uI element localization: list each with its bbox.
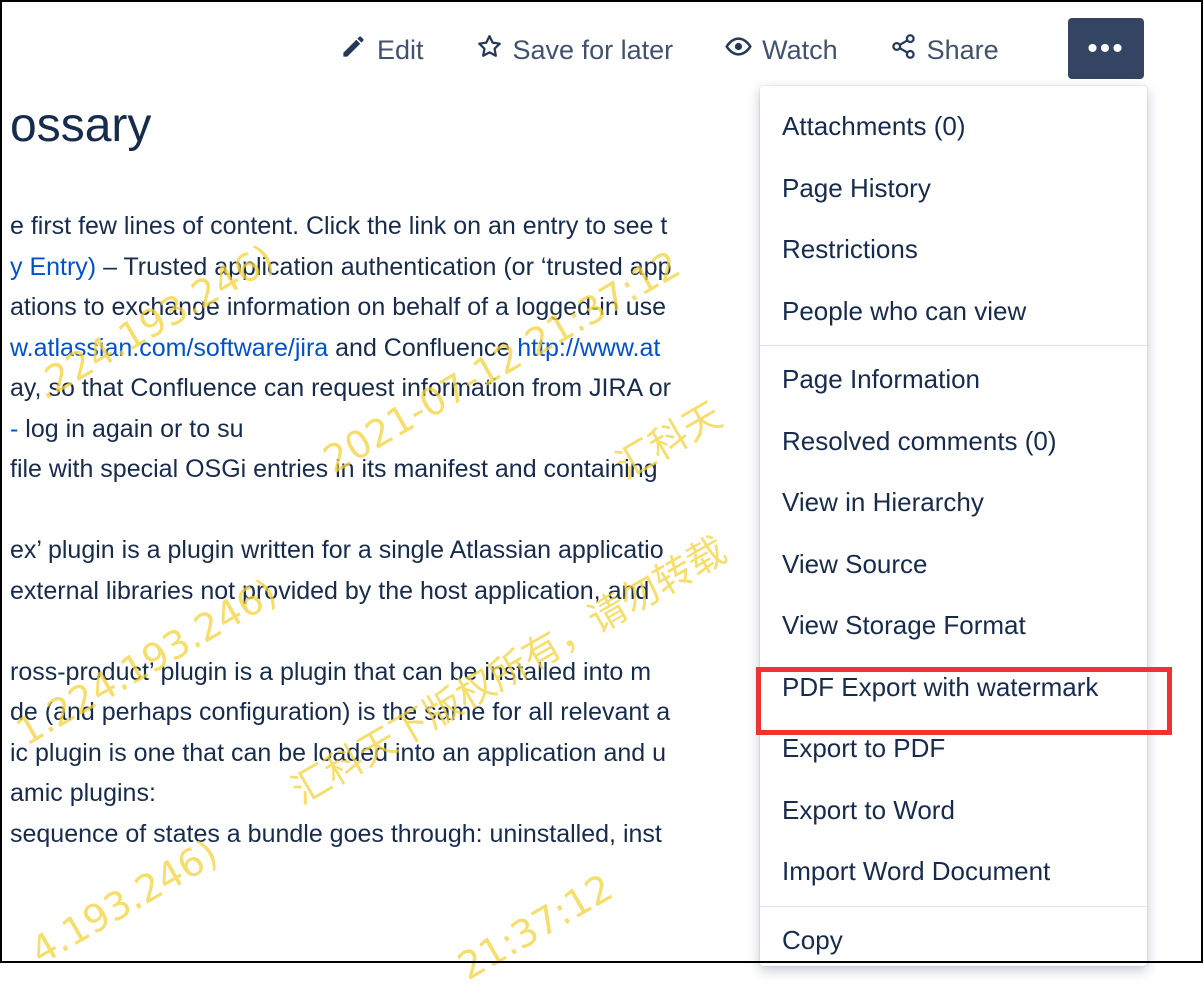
menu-item-view-source[interactable]: View Source (760, 534, 1147, 596)
menu-item-export-to-pdf[interactable]: Export to PDF (760, 718, 1147, 780)
content-line: amic plugins: (10, 779, 156, 807)
star-icon (476, 33, 503, 67)
confluence-link[interactable]: http://www.at (517, 334, 660, 362)
menu-item-view-in-hierarchy[interactable]: View in Hierarchy (760, 472, 1147, 534)
menu-group: Page Information Resolved comments (0) V… (760, 349, 1147, 903)
share-label: Share (926, 34, 999, 65)
edit-label: Edit (377, 34, 424, 65)
save-for-later-button[interactable]: Save for later (476, 33, 674, 67)
menu-item-page-history[interactable]: Page History (760, 158, 1147, 220)
menu-item-page-information[interactable]: Page Information (760, 349, 1147, 411)
content-line: sequence of states a bundle goes through… (10, 819, 662, 848)
content-line: ic plugin is one that can be loaded into… (10, 738, 667, 767)
page-title: ossary (10, 99, 152, 152)
page-content: e first few lines of content. Click the … (10, 206, 760, 854)
menu-group: Copy (760, 910, 1147, 967)
content-text: – Trusted application authentication (or… (96, 252, 672, 281)
watch-label: Watch (762, 34, 838, 65)
glossary-entry-link[interactable]: y Entry) (10, 253, 96, 281)
share-button[interactable]: Share (890, 33, 999, 67)
share-icon (890, 33, 917, 67)
content-line: y Entry) – Trusted application authentic… (10, 247, 760, 288)
content-line: ex’ plugin is a plugin written for a sin… (10, 536, 664, 564)
menu-group: Attachments (0) Page History Restriction… (760, 86, 1147, 342)
menu-item-pdf-export-with-watermark[interactable]: PDF Export with watermark (760, 657, 1147, 719)
content-line: file with special OSGi entries in its ma… (10, 455, 658, 483)
menu-item-restrictions[interactable]: Restrictions (760, 219, 1147, 281)
save-for-later-label: Save for later (512, 34, 674, 65)
watermark-text: 21:37:12 (450, 865, 621, 989)
edit-button[interactable]: Edit (340, 33, 424, 67)
menu-divider (760, 345, 1147, 346)
jira-link[interactable]: w.atlassian.com/software/jira (10, 334, 328, 362)
eye-icon (725, 33, 752, 67)
content-line: - log in again or to su (10, 409, 760, 450)
more-actions-button[interactable]: ••• (1068, 18, 1144, 79)
menu-item-copy[interactable]: Copy (760, 910, 1147, 967)
menu-item-people-who-can-view[interactable]: People who can view (760, 281, 1147, 343)
content-line: de (and perhaps configuration) is the sa… (10, 698, 671, 726)
content-line: w.atlassian.com/software/jira and Conflu… (10, 328, 760, 369)
content-line: e first few lines of content. Click the … (10, 212, 668, 240)
content-line: external libraries not provided by the h… (10, 576, 650, 605)
menu-item-attachments[interactable]: Attachments (0) (760, 96, 1147, 158)
menu-item-resolved-comments[interactable]: Resolved comments (0) (760, 411, 1147, 473)
content-text: log in again or to su (18, 414, 244, 443)
watch-button[interactable]: Watch (725, 33, 838, 67)
page-toolbar: Edit Save for later Watch Share (340, 22, 1051, 78)
menu-item-import-word-document[interactable]: Import Word Document (760, 841, 1147, 903)
menu-divider (760, 905, 1147, 907)
pencil-icon (340, 33, 367, 67)
menu-item-view-storage-format[interactable]: View Storage Format (760, 595, 1147, 657)
more-actions-menu: Attachments (0) Page History Restriction… (760, 86, 1147, 966)
ellipsis-icon: ••• (1087, 31, 1125, 65)
content-text: and Confluence (328, 333, 518, 362)
content-line: ay, so that Confluence can request infor… (10, 374, 671, 402)
content-line: ross-product’ plugin is a plugin that ca… (10, 657, 652, 686)
menu-item-export-to-word[interactable]: Export to Word (760, 780, 1147, 842)
content-line: ations to exchange information on behalf… (10, 293, 667, 321)
